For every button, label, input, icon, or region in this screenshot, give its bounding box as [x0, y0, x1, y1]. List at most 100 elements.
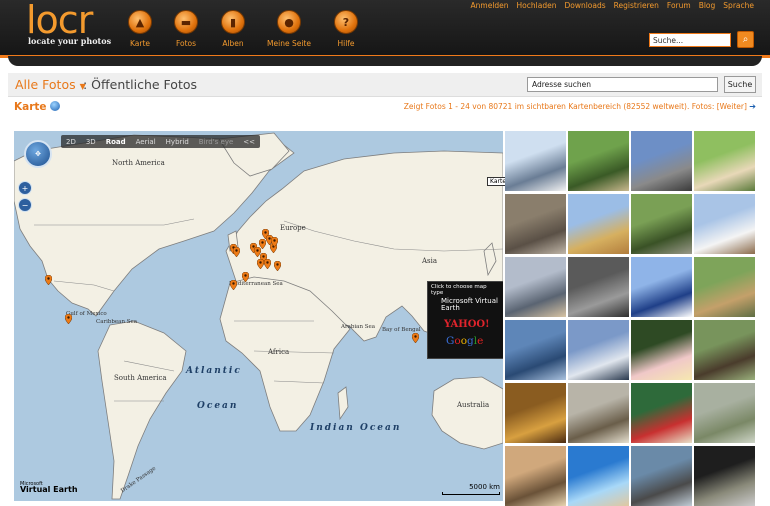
map-pan-control[interactable]: ✥: [24, 140, 52, 168]
marker-pin-icon: [274, 261, 281, 271]
photo-thumbnail-yellow-palace[interactable]: [568, 194, 629, 254]
header-search-input[interactable]: [649, 33, 731, 47]
marker-pin-icon: [45, 275, 52, 285]
logo[interactable]: locr locate your photos: [26, 0, 116, 50]
photo-marker[interactable]: [274, 261, 281, 271]
photo-thumbnail-railway-tracks[interactable]: [568, 383, 629, 443]
label-north-america: North America: [112, 159, 165, 167]
mode-hybrid[interactable]: Hybrid: [161, 138, 194, 146]
collapse-modes-button[interactable]: <<: [238, 138, 260, 146]
label-gulf-mexico: Gulf of Mexico: [66, 311, 107, 317]
mode-2d[interactable]: 2D: [61, 138, 81, 146]
label-atlantic-ocean: Ocean: [197, 401, 239, 411]
header-search-button[interactable]: ⌕: [737, 31, 754, 48]
photo-thumbnail-dark-doorway[interactable]: [694, 446, 755, 506]
photo-scope-dropdown[interactable]: Alle Fotos ▼: [15, 77, 86, 92]
photo-thumbnail-city-street-aerial[interactable]: [505, 194, 566, 254]
australia-land: [431, 376, 503, 450]
link-anmelden[interactable]: Anmelden: [471, 1, 509, 10]
breadcrumb-current: : Öffentliche Fotos: [83, 77, 198, 92]
photo-thumbnail-modern-building[interactable]: [631, 131, 692, 191]
photo-thumbnail-bay-at-dusk[interactable]: [505, 257, 566, 317]
link-downloads[interactable]: Downloads: [564, 1, 605, 10]
camera-icon: ▬: [174, 10, 198, 34]
album-icon: ▮: [221, 10, 245, 34]
map-type-chooser[interactable]: Click to choose map type Microsoft Virtu…: [427, 281, 503, 359]
photo-thumbnail-village-roofs[interactable]: [694, 257, 755, 317]
photo-grid: [505, 131, 763, 506]
madagascar-land: [337, 386, 349, 421]
link-sprache[interactable]: Sprache: [723, 1, 754, 10]
zoom-out-button[interactable]: −: [18, 198, 32, 212]
photo-thumbnail-snowy-mountain-hut[interactable]: [505, 131, 566, 191]
photo-marker[interactable]: [230, 280, 237, 290]
address-search-input[interactable]: [527, 77, 718, 92]
photo-marker[interactable]: [257, 259, 264, 269]
photo-thumbnail-catholic-church-sign[interactable]: [631, 257, 692, 317]
photo-thumbnail-golden-dome[interactable]: [505, 383, 566, 443]
nav-hilfe[interactable]: ? Hilfe: [316, 10, 376, 48]
nav-label: Alben: [222, 39, 244, 48]
marker-pin-icon: [259, 239, 266, 249]
marker-pin-icon: [271, 237, 278, 247]
label-asia: Asia: [422, 257, 438, 265]
nav-label: Meine Seite: [267, 39, 311, 48]
chooser-yahoo[interactable]: YAHOO!: [444, 319, 490, 330]
photo-marker[interactable]: [259, 239, 266, 249]
scale-line: [442, 492, 500, 495]
chooser-virtual-earth[interactable]: Microsoft Virtual Earth: [441, 298, 503, 312]
pan-arrows-icon: ✥: [35, 150, 41, 158]
nav-alben[interactable]: ▮ Alben: [203, 10, 263, 48]
help-icon: ?: [334, 10, 358, 34]
link-blog[interactable]: Blog: [699, 1, 716, 10]
photo-thumbnail-swimming-pool[interactable]: [568, 446, 629, 506]
mode-aerial[interactable]: Aerial: [131, 138, 161, 146]
photo-thumbnail-palm-houses[interactable]: [694, 131, 755, 191]
address-search-button[interactable]: Suche: [724, 76, 756, 93]
photo-thumbnail-river-town[interactable]: [631, 446, 692, 506]
virtual-earth-brand: Microsoft Virtual Earth: [20, 481, 78, 494]
label-mediterranean: Mediterranean Sea: [229, 281, 283, 287]
scale-text: 5000 km: [469, 483, 500, 491]
photo-thumbnail-pier-sunset[interactable]: [568, 320, 629, 380]
mode-3d[interactable]: 3D: [81, 138, 101, 146]
results-info[interactable]: Zeigt Fotos 1 - 24 von 80721 im sichtbar…: [404, 102, 756, 111]
photo-marker[interactable]: [412, 333, 419, 343]
photo-thumbnail-sea-horizon[interactable]: [505, 320, 566, 380]
marker-pin-icon: [412, 333, 419, 343]
marker-pin-icon: [65, 314, 72, 324]
photo-marker[interactable]: [242, 272, 249, 282]
chooser-google[interactable]: Google: [446, 335, 483, 347]
photo-marker[interactable]: [271, 237, 278, 247]
zoom-in-button[interactable]: +: [18, 181, 32, 195]
header-rim: [8, 56, 762, 66]
photo-thumbnail-forest-path[interactable]: [568, 131, 629, 191]
results-info-text: Zeigt Fotos 1 - 24 von 80721 im sichtbar…: [403, 102, 747, 111]
link-forum[interactable]: Forum: [667, 1, 691, 10]
label-indian-ocean: Indian Ocean: [310, 423, 402, 433]
photo-marker[interactable]: [233, 247, 240, 257]
mode-road[interactable]: Road: [101, 138, 131, 146]
logo-tagline: locate your photos: [28, 36, 112, 46]
photo-thumbnail-beach-crowd[interactable]: [505, 446, 566, 506]
map-icon: ▲: [128, 10, 152, 34]
chooser-title: Click to choose map type: [431, 284, 487, 296]
link-registrieren[interactable]: Registrieren: [614, 1, 659, 10]
photo-thumbnail-sculpture-wall[interactable]: [568, 257, 629, 317]
photo-marker[interactable]: [264, 259, 271, 269]
world-map[interactable]: North America South America Europe Asia …: [14, 131, 503, 501]
brand-big: Virtual Earth: [20, 485, 78, 494]
photo-marker[interactable]: [65, 314, 72, 324]
nav-meine-seite[interactable]: ● Meine Seite: [259, 10, 319, 48]
photo-thumbnail-flooded-field[interactable]: [694, 383, 755, 443]
arrow-right-icon: ➔: [749, 102, 756, 111]
photo-thumbnail-shop-street[interactable]: [631, 383, 692, 443]
photo-thumbnail-white-church[interactable]: [694, 194, 755, 254]
photo-thumbnail-wooden-hut[interactable]: [694, 320, 755, 380]
photo-thumbnail-lotus-flower[interactable]: [631, 320, 692, 380]
photo-marker[interactable]: [45, 275, 52, 285]
photo-thumbnail-statue-garden[interactable]: [631, 194, 692, 254]
link-hochladen[interactable]: Hochladen: [517, 1, 557, 10]
marker-pin-icon: [264, 259, 271, 269]
section-title: Karte: [14, 101, 60, 113]
